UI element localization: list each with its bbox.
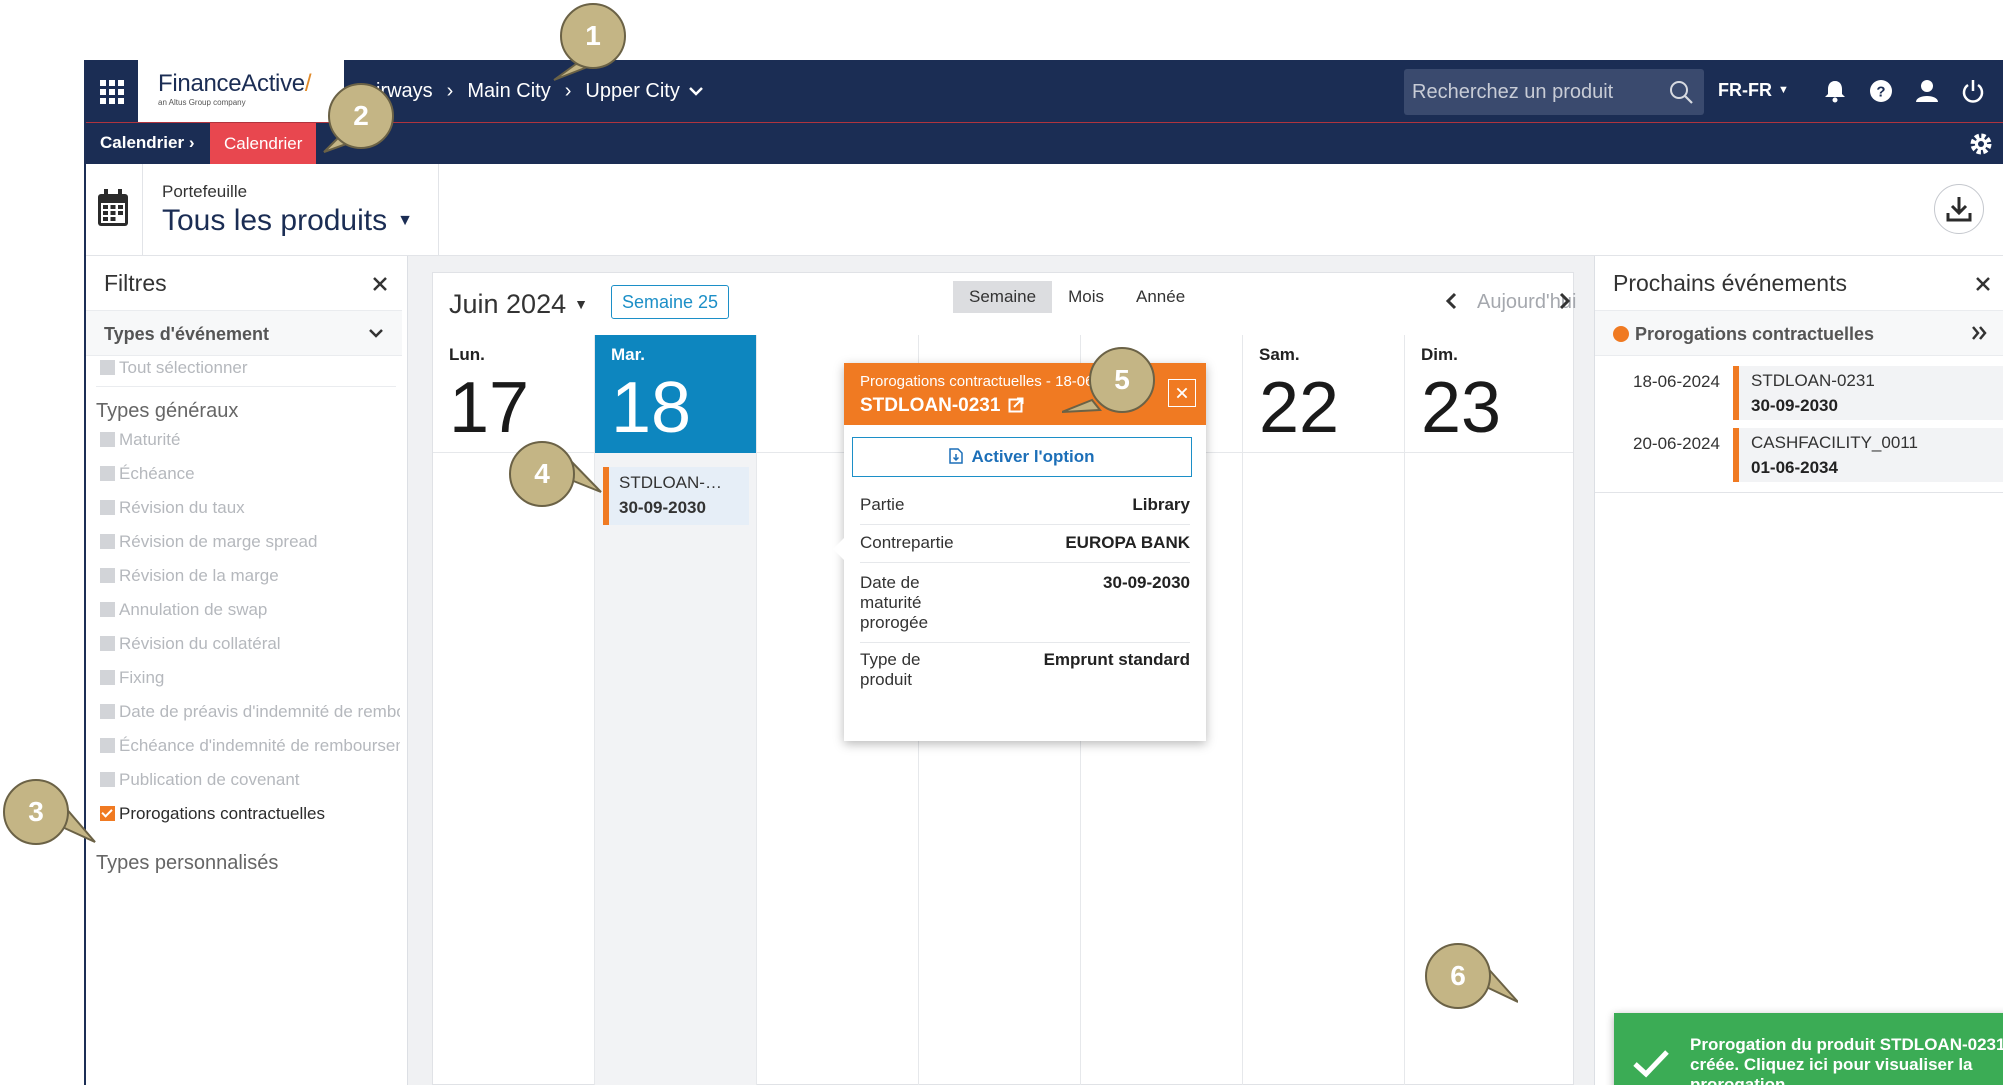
portfolio-selector[interactable]: Tous les produits ▼ xyxy=(162,204,413,238)
chevron-down-icon xyxy=(369,329,383,338)
toast-message: Prorogation du produit STDLOAN-0231 créé… xyxy=(1690,1035,2003,1085)
help-icon[interactable]: ? xyxy=(1868,78,1894,104)
chevron-right-icon[interactable] xyxy=(1557,291,1573,311)
filter-checkbox[interactable]: Révision du taux xyxy=(100,498,400,520)
document-icon xyxy=(949,448,964,464)
callout-1: 1 xyxy=(550,0,636,86)
external-link-icon[interactable] xyxy=(1008,397,1024,413)
success-toast[interactable]: Prorogation du produit STDLOAN-0231 créé… xyxy=(1614,1013,2003,1085)
portfolio-header: Portefeuille Tous les produits ▼ xyxy=(86,164,2003,256)
language-label: FR-FR xyxy=(1718,80,1772,100)
popover-row-partie: Partie Library xyxy=(860,495,1190,525)
caret-down-icon: ▼ xyxy=(1777,84,1789,96)
close-popover-icon[interactable] xyxy=(1168,379,1196,407)
apps-grid-icon[interactable] xyxy=(100,80,124,104)
chevron-down-icon[interactable] xyxy=(688,85,704,97)
filter-checkbox[interactable]: Date de préavis d'indemnité de rembourse… xyxy=(100,702,400,724)
search-input[interactable] xyxy=(1412,69,1652,115)
tab-year[interactable]: Année xyxy=(1120,281,1201,313)
breadcrumb-item-2[interactable]: Main City xyxy=(467,80,550,103)
sub-breadcrumb[interactable]: Calendrier › xyxy=(100,133,194,153)
logo-subtitle: an Altus Group company xyxy=(158,98,246,107)
app-window: FinanceActive/ an Altus Group company ir… xyxy=(84,60,2003,1085)
general-types-title: Types généraux xyxy=(96,400,239,422)
filter-checkbox[interactable]: Fixing xyxy=(100,668,400,690)
upcoming-event-card[interactable]: STDLOAN-0231 30-09-2030 xyxy=(1733,366,2003,420)
custom-types-title: Types personnalisés xyxy=(96,852,279,874)
filter-checkbox[interactable]: Révision de marge spread xyxy=(100,532,400,554)
download-icon xyxy=(1946,197,1972,222)
popover-row-product-type: Type de produit Emprunt standard xyxy=(860,650,1190,689)
close-filters-icon[interactable] xyxy=(370,274,390,294)
calendar-icon xyxy=(98,189,128,226)
activate-option-button[interactable]: Activer l'option xyxy=(852,437,1192,477)
logo-text: FinanceActive/ xyxy=(158,70,312,97)
filter-checkbox[interactable]: Annulation de swap xyxy=(100,600,400,622)
event-types-label: Types d'événement xyxy=(104,324,270,344)
product-search xyxy=(1404,69,1704,115)
upcoming-events-panel: Prochains événements Prorogations contra… xyxy=(1594,256,2003,1085)
callout-5: 5 xyxy=(1062,344,1155,430)
filter-checkbox[interactable]: Échéance d'indemnité de remboursement xyxy=(100,736,400,758)
breadcrumb: irways › Main City › Upper City xyxy=(376,60,704,122)
filters-panel: Filtres Types d'événement Tout sélection… xyxy=(86,256,408,1085)
filter-checkbox-prorogations[interactable]: Prorogations contractuelles xyxy=(100,804,400,826)
filter-checkbox[interactable]: Maturité xyxy=(100,430,400,452)
upcoming-event-item[interactable]: 18-06-2024 STDLOAN-0231 30-09-2030 xyxy=(1595,366,2003,422)
bell-icon[interactable] xyxy=(1822,78,1848,104)
week-badge[interactable]: Semaine 25 xyxy=(611,285,730,319)
download-button[interactable] xyxy=(1934,184,1984,234)
chevron-right-icon: › xyxy=(446,79,454,102)
svg-text:?: ? xyxy=(1876,84,1885,101)
gear-icon[interactable] xyxy=(1968,131,1994,157)
user-icon[interactable] xyxy=(1914,78,1940,104)
day-header: Sam. 22 xyxy=(1243,335,1404,453)
upcoming-event-item[interactable]: 20-06-2024 CASHFACILITY_0011 01-06-2034 xyxy=(1595,428,2003,484)
month-selector[interactable]: Juin 2024 ▼ xyxy=(449,289,588,320)
filter-checkbox[interactable]: Échéance xyxy=(100,464,400,486)
day-header: Mar. 18 xyxy=(595,335,756,453)
day-column-tuesday[interactable]: Mar. 18 STDLOAN-… 30-09-2030 xyxy=(595,335,757,1085)
portfolio-label: Portefeuille xyxy=(162,182,248,201)
checkbox-checked-icon xyxy=(100,806,115,821)
tab-calendar-active[interactable]: Calendrier xyxy=(210,123,317,164)
logo[interactable]: FinanceActive/ an Altus Group company xyxy=(138,60,344,122)
close-events-icon[interactable] xyxy=(1973,274,1993,294)
tab-week[interactable]: Semaine xyxy=(953,281,1053,313)
power-icon[interactable] xyxy=(1960,78,1986,104)
filter-checkbox[interactable]: Révision de la marge xyxy=(100,566,400,588)
orange-dot-icon xyxy=(1613,326,1629,342)
search-icon[interactable] xyxy=(1668,79,1694,105)
filters-title: Filtres xyxy=(104,270,167,296)
tab-month[interactable]: Mois xyxy=(1052,281,1120,313)
event-types-section[interactable]: Types d'événement xyxy=(86,310,402,356)
check-icon xyxy=(1633,1050,1669,1078)
events-title: Prochains événements xyxy=(1613,270,1847,296)
popover-row-maturity: Date de maturité prorogée 30-09-2030 xyxy=(860,573,1190,643)
select-all-checkbox[interactable]: Tout sélectionner xyxy=(100,358,400,380)
popover-title[interactable]: STDLOAN-0231 xyxy=(860,395,1024,417)
callout-4: 4 xyxy=(506,438,602,524)
callout-2: 2 xyxy=(318,80,404,166)
view-tabs: Semaine Mois Année xyxy=(953,281,1201,313)
caret-down-icon: ▼ xyxy=(397,212,413,229)
callout-3: 3 xyxy=(0,772,96,858)
filter-checkbox[interactable]: Publication de covenant xyxy=(100,770,400,792)
day-column-saturday[interactable]: Sam. 22 xyxy=(1243,335,1405,1085)
popover-row-counterparty: Contrepartie EUROPA BANK xyxy=(860,533,1190,563)
filter-checkbox[interactable]: Révision du collatéral xyxy=(100,634,400,656)
language-selector[interactable]: FR-FR ▼ xyxy=(1718,80,1789,101)
calendar-event[interactable]: STDLOAN-… 30-09-2030 xyxy=(603,467,749,525)
day-header: Dim. 23 xyxy=(1405,335,1573,453)
callout-6: 6 xyxy=(1422,940,1518,1026)
upcoming-event-card[interactable]: CASHFACILITY_0011 01-06-2034 xyxy=(1733,428,2003,482)
caret-down-icon: ▼ xyxy=(574,296,588,312)
events-section-prorogations[interactable]: Prorogations contractuelles xyxy=(1595,310,2003,356)
double-chevron-right-icon[interactable] xyxy=(1970,323,1988,343)
chevron-left-icon[interactable] xyxy=(1443,291,1459,311)
